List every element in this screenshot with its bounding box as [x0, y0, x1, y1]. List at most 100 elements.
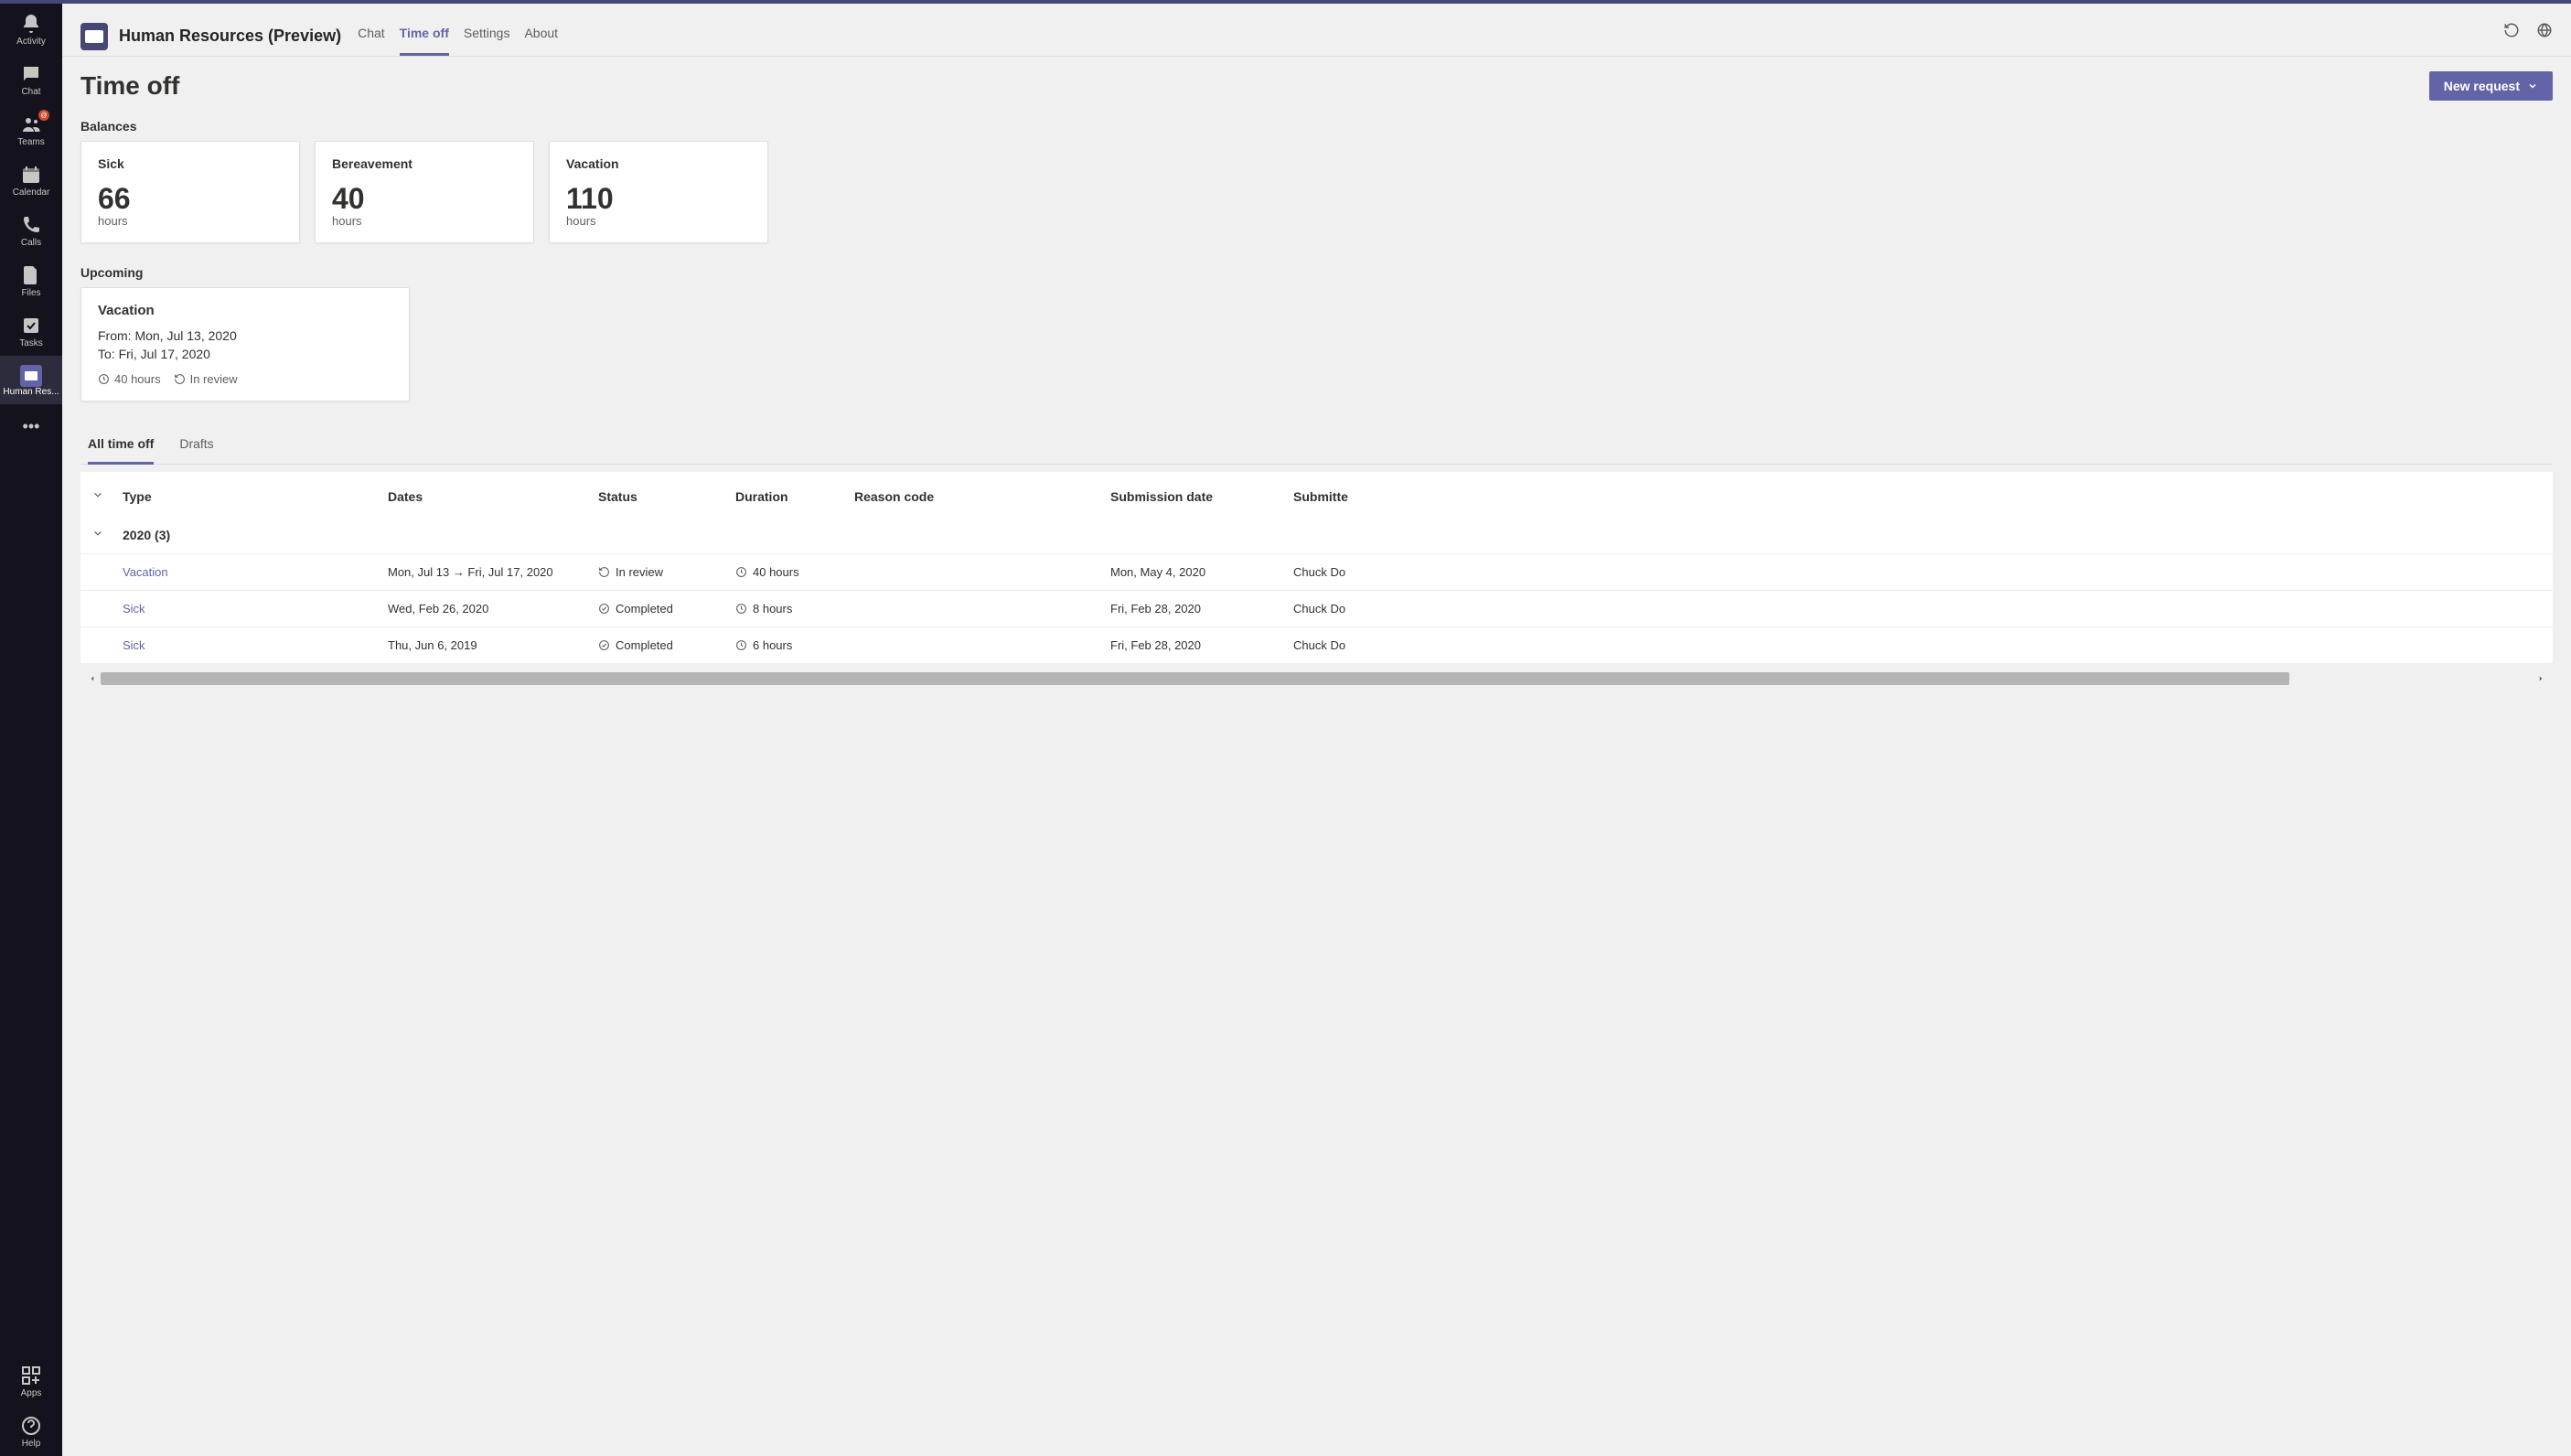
row-status: Completed	[598, 638, 735, 652]
tab-settings[interactable]: Settings	[464, 16, 510, 56]
content-area: Time off New request Balances Sick 66 ho…	[62, 57, 2571, 1456]
row-type-link[interactable]: Sick	[123, 602, 388, 616]
upcoming-title: Upcoming	[80, 265, 2553, 280]
page-header: Time off New request	[80, 71, 2553, 101]
row-dates: Wed, Feb 26, 2020	[388, 602, 598, 616]
column-type[interactable]: Type	[123, 489, 388, 504]
table-row[interactable]: SickWed, Feb 26, 2020Completed8 hoursFri…	[80, 590, 2553, 626]
upcoming-status-text: In review	[190, 372, 238, 386]
header-tabs: Chat Time off Settings About	[358, 16, 558, 56]
row-submitter: Chuck Do	[1293, 638, 1403, 652]
help-icon	[20, 1415, 42, 1437]
sub-tab-all-time-off[interactable]: All time off	[88, 427, 154, 465]
sidebar-label: Tasks	[19, 338, 43, 348]
balance-type: Vacation	[566, 156, 751, 171]
upcoming-hours: 40 hours	[98, 372, 161, 386]
balances-title: Balances	[80, 119, 2553, 134]
column-dates[interactable]: Dates	[388, 489, 598, 504]
time-off-table: Type Dates Status Duration Reason code S…	[80, 472, 2553, 663]
table-row[interactable]: VacationMon, Jul 13 → Fri, Jul 17, 2020I…	[80, 553, 2553, 590]
upcoming-status: In review	[174, 372, 238, 386]
sidebar-item-teams[interactable]: @ Teams	[0, 104, 62, 155]
horizontal-scrollbar[interactable]	[80, 669, 2553, 689]
chevron-down-icon	[2527, 80, 2538, 91]
table-row[interactable]: SickThu, Jun 6, 2019Completed6 hoursFri,…	[80, 626, 2553, 663]
group-row-2020[interactable]: 2020 (3)	[80, 516, 2553, 553]
sidebar-label: Human Res...	[3, 387, 59, 397]
sidebar-item-chat[interactable]: Chat	[0, 54, 62, 104]
row-duration: 8 hours	[735, 602, 854, 616]
sidebar-label: Calendar	[13, 187, 50, 198]
chat-icon	[20, 63, 42, 85]
page-title: Time off	[80, 71, 179, 101]
balance-card-vacation[interactable]: Vacation 110 hours	[549, 141, 768, 243]
calendar-icon	[20, 164, 42, 186]
tab-about[interactable]: About	[524, 16, 558, 56]
sidebar-item-apps[interactable]: Apps	[0, 1355, 62, 1406]
balance-card-bereavement[interactable]: Bereavement 40 hours	[315, 141, 534, 243]
balance-type: Bereavement	[332, 156, 517, 171]
row-duration: 6 hours	[735, 638, 854, 652]
upcoming-hours-text: 40 hours	[114, 372, 161, 386]
balance-value: 40	[332, 182, 517, 216]
row-submission: Mon, May 4, 2020	[1110, 565, 1293, 579]
column-status[interactable]: Status	[598, 489, 735, 504]
row-type-link[interactable]: Vacation	[123, 565, 388, 579]
sidebar-label: Activity	[16, 37, 46, 47]
row-dates: Thu, Jun 6, 2019	[388, 638, 598, 652]
sidebar-item-activity[interactable]: Activity	[0, 4, 62, 54]
sidebar-item-human-resources[interactable]: Human Res...	[0, 356, 62, 404]
scroll-track[interactable]	[101, 672, 2533, 685]
column-submitter[interactable]: Submitte	[1293, 489, 1403, 504]
row-type-link[interactable]: Sick	[123, 638, 388, 652]
balance-card-sick[interactable]: Sick 66 hours	[80, 141, 300, 243]
new-request-label: New request	[2444, 79, 2520, 93]
app-title: Human Resources (Preview)	[119, 27, 341, 46]
hr-app-icon	[20, 365, 42, 387]
sidebar-label: Chat	[21, 87, 40, 97]
balance-value: 110	[566, 182, 751, 216]
balance-cards: Sick 66 hours Bereavement 40 hours Vacat…	[80, 141, 2553, 243]
row-dates: Mon, Jul 13 → Fri, Jul 17, 2020	[388, 565, 598, 579]
main-area: Human Resources (Preview) Chat Time off …	[62, 4, 2571, 1456]
scroll-right-icon[interactable]	[2536, 674, 2545, 683]
scroll-thumb[interactable]	[101, 672, 2289, 685]
sub-tab-drafts[interactable]: Drafts	[179, 427, 213, 465]
bell-icon	[20, 13, 42, 35]
upcoming-card[interactable]: Vacation From: Mon, Jul 13, 2020 To: Fri…	[80, 287, 410, 401]
scroll-left-icon[interactable]	[88, 674, 97, 683]
upcoming-from: From: Mon, Jul 13, 2020	[98, 327, 392, 346]
sidebar-item-help[interactable]: Help	[0, 1406, 62, 1456]
sidebar-label: Teams	[17, 137, 44, 147]
column-submission-date[interactable]: Submission date	[1110, 489, 1293, 504]
column-reason-code[interactable]: Reason code	[854, 489, 1110, 504]
collapse-all-icon[interactable]	[80, 488, 123, 504]
sidebar-item-calls[interactable]: Calls	[0, 205, 62, 255]
app-sidebar: Activity Chat @ Teams Calendar Calls Fil…	[0, 4, 62, 1456]
sidebar-label: Calls	[21, 238, 41, 248]
group-chevron-icon[interactable]	[80, 527, 123, 542]
sub-tabs: All time off Drafts	[80, 427, 2553, 465]
clock-icon	[98, 373, 110, 385]
table-header: Type Dates Status Duration Reason code S…	[80, 472, 2553, 516]
row-submitter: Chuck Do	[1293, 602, 1403, 616]
upcoming-card-title: Vacation	[98, 303, 392, 318]
tab-time-off[interactable]: Time off	[400, 16, 449, 56]
upcoming-to: To: Fri, Jul 17, 2020	[98, 346, 392, 364]
sidebar-item-files[interactable]: Files	[0, 255, 62, 305]
phone-icon	[20, 214, 42, 236]
group-label: 2020 (3)	[123, 528, 388, 542]
globe-icon[interactable]	[2536, 22, 2553, 38]
sidebar-more[interactable]: •••	[0, 404, 62, 449]
apps-icon	[20, 1365, 42, 1386]
refresh-icon[interactable]	[2503, 22, 2520, 38]
sidebar-item-calendar[interactable]: Calendar	[0, 155, 62, 205]
balance-value: 66	[98, 182, 283, 216]
tab-chat[interactable]: Chat	[358, 16, 385, 56]
row-submitter: Chuck Do	[1293, 565, 1403, 579]
new-request-button[interactable]: New request	[2429, 71, 2553, 101]
sidebar-item-tasks[interactable]: Tasks	[0, 305, 62, 356]
column-duration[interactable]: Duration	[735, 489, 854, 504]
upcoming-meta: 40 hours In review	[98, 372, 392, 386]
history-icon	[174, 373, 186, 385]
